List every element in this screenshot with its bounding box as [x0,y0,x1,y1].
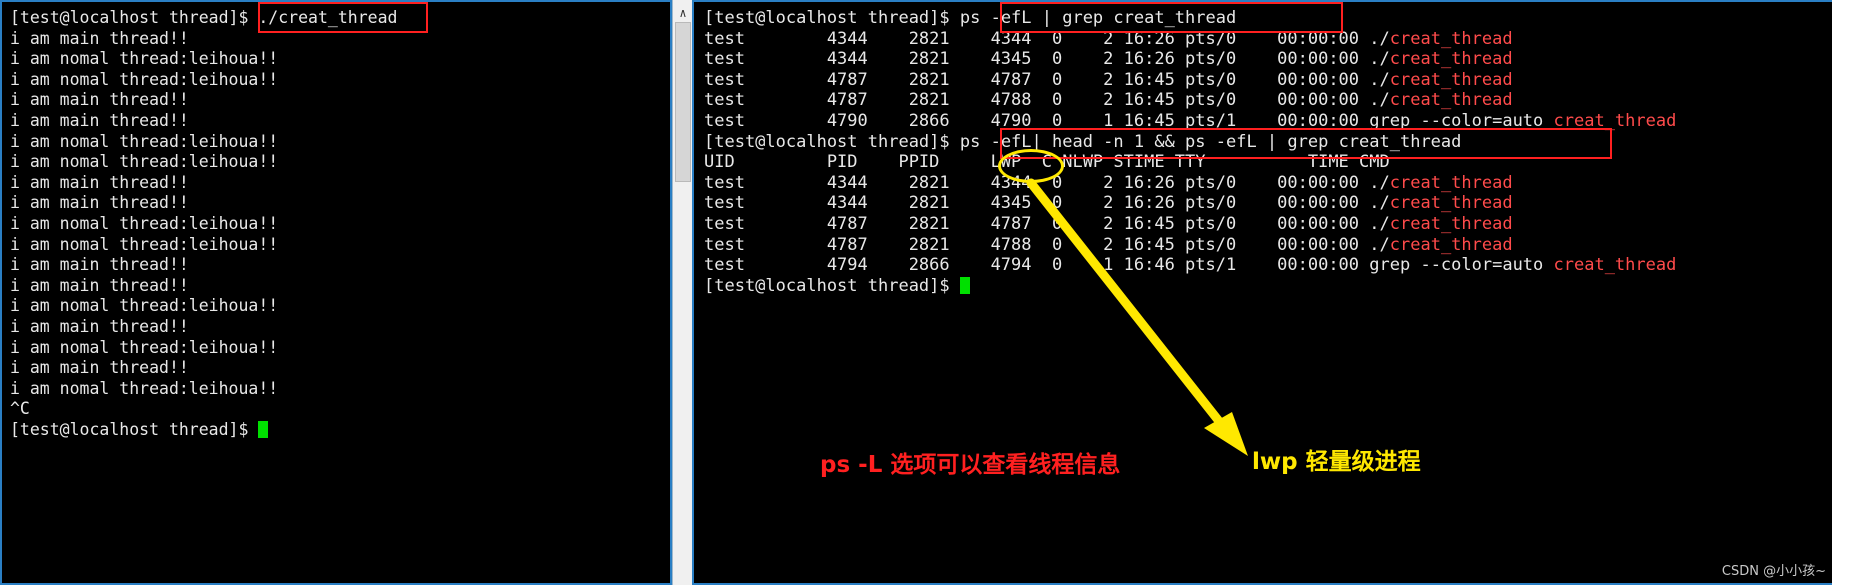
right-command-2: ps -efL| head -n 1 && ps -efL | grep cre… [959,131,1462,152]
right-cursor [959,276,970,294]
ps-row-cmd-prefix: ./ [1369,193,1390,214]
left-output: i am main thread!! i am nomal thread:leih… [10,29,670,420]
left-output-line: i am nomal thread:leihoua!! [10,131,279,151]
right-terminal-content: [test@localhost thread]$ ps -efL | grep … [694,2,1850,296]
ps-row-cmd-match: creat_thread [1389,193,1513,214]
ps-row-cmd-match: creat_thread [1553,110,1677,131]
right-prompt-line-1: [test@localhost thread]$ ps -efL | grep … [704,8,1850,29]
ps-row-columns: test 4344 2821 4345 0 2 16:26 pts/0 00:0… [704,49,1370,70]
left-output-line: i am main thread!! [10,110,189,130]
left-output-line: i am main thread!! [10,90,189,110]
ps-row: test 4344 2821 4345 0 2 16:26 pts/0 00:0… [704,49,1850,70]
ps-row-cmd-prefix: grep --color=auto [1369,255,1554,276]
right-prompt-2: [test@localhost thread]$ [704,131,960,152]
ps-row-cmd-match: creat_thread [1389,213,1513,234]
ps-row-cmd-match: creat_thread [1389,28,1513,49]
scrollbar-track[interactable]: ∧ [672,0,694,585]
ps-row-cmd-match: creat_thread [1389,90,1513,111]
left-output-line: i am main thread!! [10,358,189,378]
left-output-line: i am main thread!! [10,275,189,295]
ps-row-columns: test 4787 2821 4787 0 2 16:45 pts/0 00:0… [704,213,1370,234]
ps-row: test 4344 2821 4344 0 2 16:26 pts/0 00:0… [704,173,1850,194]
right-prompt-1: [test@localhost thread]$ [704,8,960,28]
left-output-line: ^C [10,399,30,419]
ps-row-cmd-prefix: ./ [1369,49,1390,70]
right-output-block-1: test 4344 2821 4344 0 2 16:26 pts/0 00:0… [704,29,1850,132]
ps-row: test 4344 2821 4344 0 2 16:26 pts/0 00:0… [704,29,1850,50]
ps-row: test 4787 2821 4787 0 2 16:45 pts/0 00:0… [704,70,1850,91]
ps-row-cmd-prefix: ./ [1369,28,1390,49]
right-header-row: UID PID PPID LWP C NLWP STIME TTY TIME C… [704,152,1390,173]
ps-row-columns: test 4344 2821 4344 0 2 16:26 pts/0 00:0… [704,28,1370,49]
right-output-block-2: test 4344 2821 4344 0 2 16:26 pts/0 00:0… [704,173,1850,276]
ps-row-columns: test 4794 2866 4794 0 1 16:46 pts/1 00:0… [704,255,1370,276]
ps-row-columns: test 4787 2821 4788 0 2 16:45 pts/0 00:0… [704,234,1370,255]
right-margin-spacer [1832,0,1852,585]
left-output-line: i am nomal thread:leihoua!! [10,69,279,89]
screenshot-root: [test@localhost thread]$ ./creat_thread … [0,0,1852,585]
left-output-line: i am nomal thread:leihoua!! [10,234,279,254]
ps-row-columns: test 4790 2866 4790 0 1 16:45 pts/1 00:0… [704,110,1370,131]
annotation-lwp: lwp 轻量级进程 [1252,449,1421,475]
left-output-line: i am main thread!! [10,28,189,48]
annotation-ps-L: ps -L 选项可以查看线程信息 [820,452,1121,478]
ps-row-cmd-prefix: ./ [1369,172,1390,193]
left-prompt: [test@localhost thread]$ [10,8,259,27]
ps-row: test 4344 2821 4345 0 2 16:26 pts/0 00:0… [704,193,1850,214]
left-terminal[interactable]: [test@localhost thread]$ ./creat_thread … [0,0,672,585]
ps-row-cmd-match: creat_thread [1389,172,1513,193]
ps-row-cmd-match: creat_thread [1389,49,1513,70]
right-command-1: ps -efL | grep creat_thread [959,8,1237,28]
ps-row: test 4790 2866 4790 0 1 16:45 pts/1 00:0… [704,111,1850,132]
ps-row-cmd-match: creat_thread [1389,69,1513,90]
ps-row: test 4787 2821 4787 0 2 16:45 pts/0 00:0… [704,214,1850,235]
ps-row-columns: test 4787 2821 4788 0 2 16:45 pts/0 00:0… [704,90,1370,111]
scrollbar-thumb[interactable] [675,22,691,182]
left-command: ./creat_thread [258,8,398,27]
ps-row-cmd-prefix: ./ [1369,90,1390,111]
ps-row-cmd-prefix: ./ [1369,69,1390,90]
left-output-line: i am nomal thread:leihoua!! [10,49,279,69]
left-output-line: i am main thread!! [10,255,189,275]
right-final-prompt: [test@localhost thread]$ [704,275,960,296]
watermark-label: CSDN @小小孩~ [1721,564,1826,579]
ps-row-cmd-match: creat_thread [1389,234,1513,255]
ps-row-cmd-match: creat_thread [1553,255,1677,276]
left-final-prompt-line: [test@localhost thread]$ [10,420,670,441]
right-prompt-line-2: [test@localhost thread]$ ps -efL| head -… [704,132,1850,153]
right-terminal[interactable]: [test@localhost thread]$ ps -efL | grep … [692,0,1852,585]
left-output-line: i am nomal thread:leihoua!! [10,337,279,357]
left-cursor [258,420,269,438]
left-output-line: i am nomal thread:leihoua!! [10,152,279,172]
left-terminal-content: [test@localhost thread]$ ./creat_thread … [2,2,670,440]
left-output-line: i am main thread!! [10,193,189,213]
ps-row-columns: test 4344 2821 4344 0 2 16:26 pts/0 00:0… [704,172,1370,193]
ps-row-cmd-prefix: ./ [1369,213,1390,234]
ps-row: test 4794 2866 4794 0 1 16:46 pts/1 00:0… [704,255,1850,276]
ps-row-columns: test 4344 2821 4345 0 2 16:26 pts/0 00:0… [704,193,1370,214]
scroll-up-arrow-icon[interactable]: ∧ [673,4,693,22]
left-final-prompt: [test@localhost thread]$ [10,419,259,439]
left-prompt-line: [test@localhost thread]$ ./creat_thread [10,8,670,29]
ps-row-cmd-prefix: grep --color=auto [1369,110,1554,131]
right-final-prompt-line: [test@localhost thread]$ [704,276,1850,297]
ps-row: test 4787 2821 4788 0 2 16:45 pts/0 00:0… [704,235,1850,256]
left-output-line: i am main thread!! [10,172,189,192]
ps-row-columns: test 4787 2821 4787 0 2 16:45 pts/0 00:0… [704,69,1370,90]
ps-row-cmd-prefix: ./ [1369,234,1390,255]
left-output-line: i am main thread!! [10,316,189,336]
left-output-line: i am nomal thread:leihoua!! [10,296,279,316]
left-output-line: i am nomal thread:leihoua!! [10,378,279,398]
ps-row: test 4787 2821 4788 0 2 16:45 pts/0 00:0… [704,90,1850,111]
left-output-line: i am nomal thread:leihoua!! [10,213,279,233]
